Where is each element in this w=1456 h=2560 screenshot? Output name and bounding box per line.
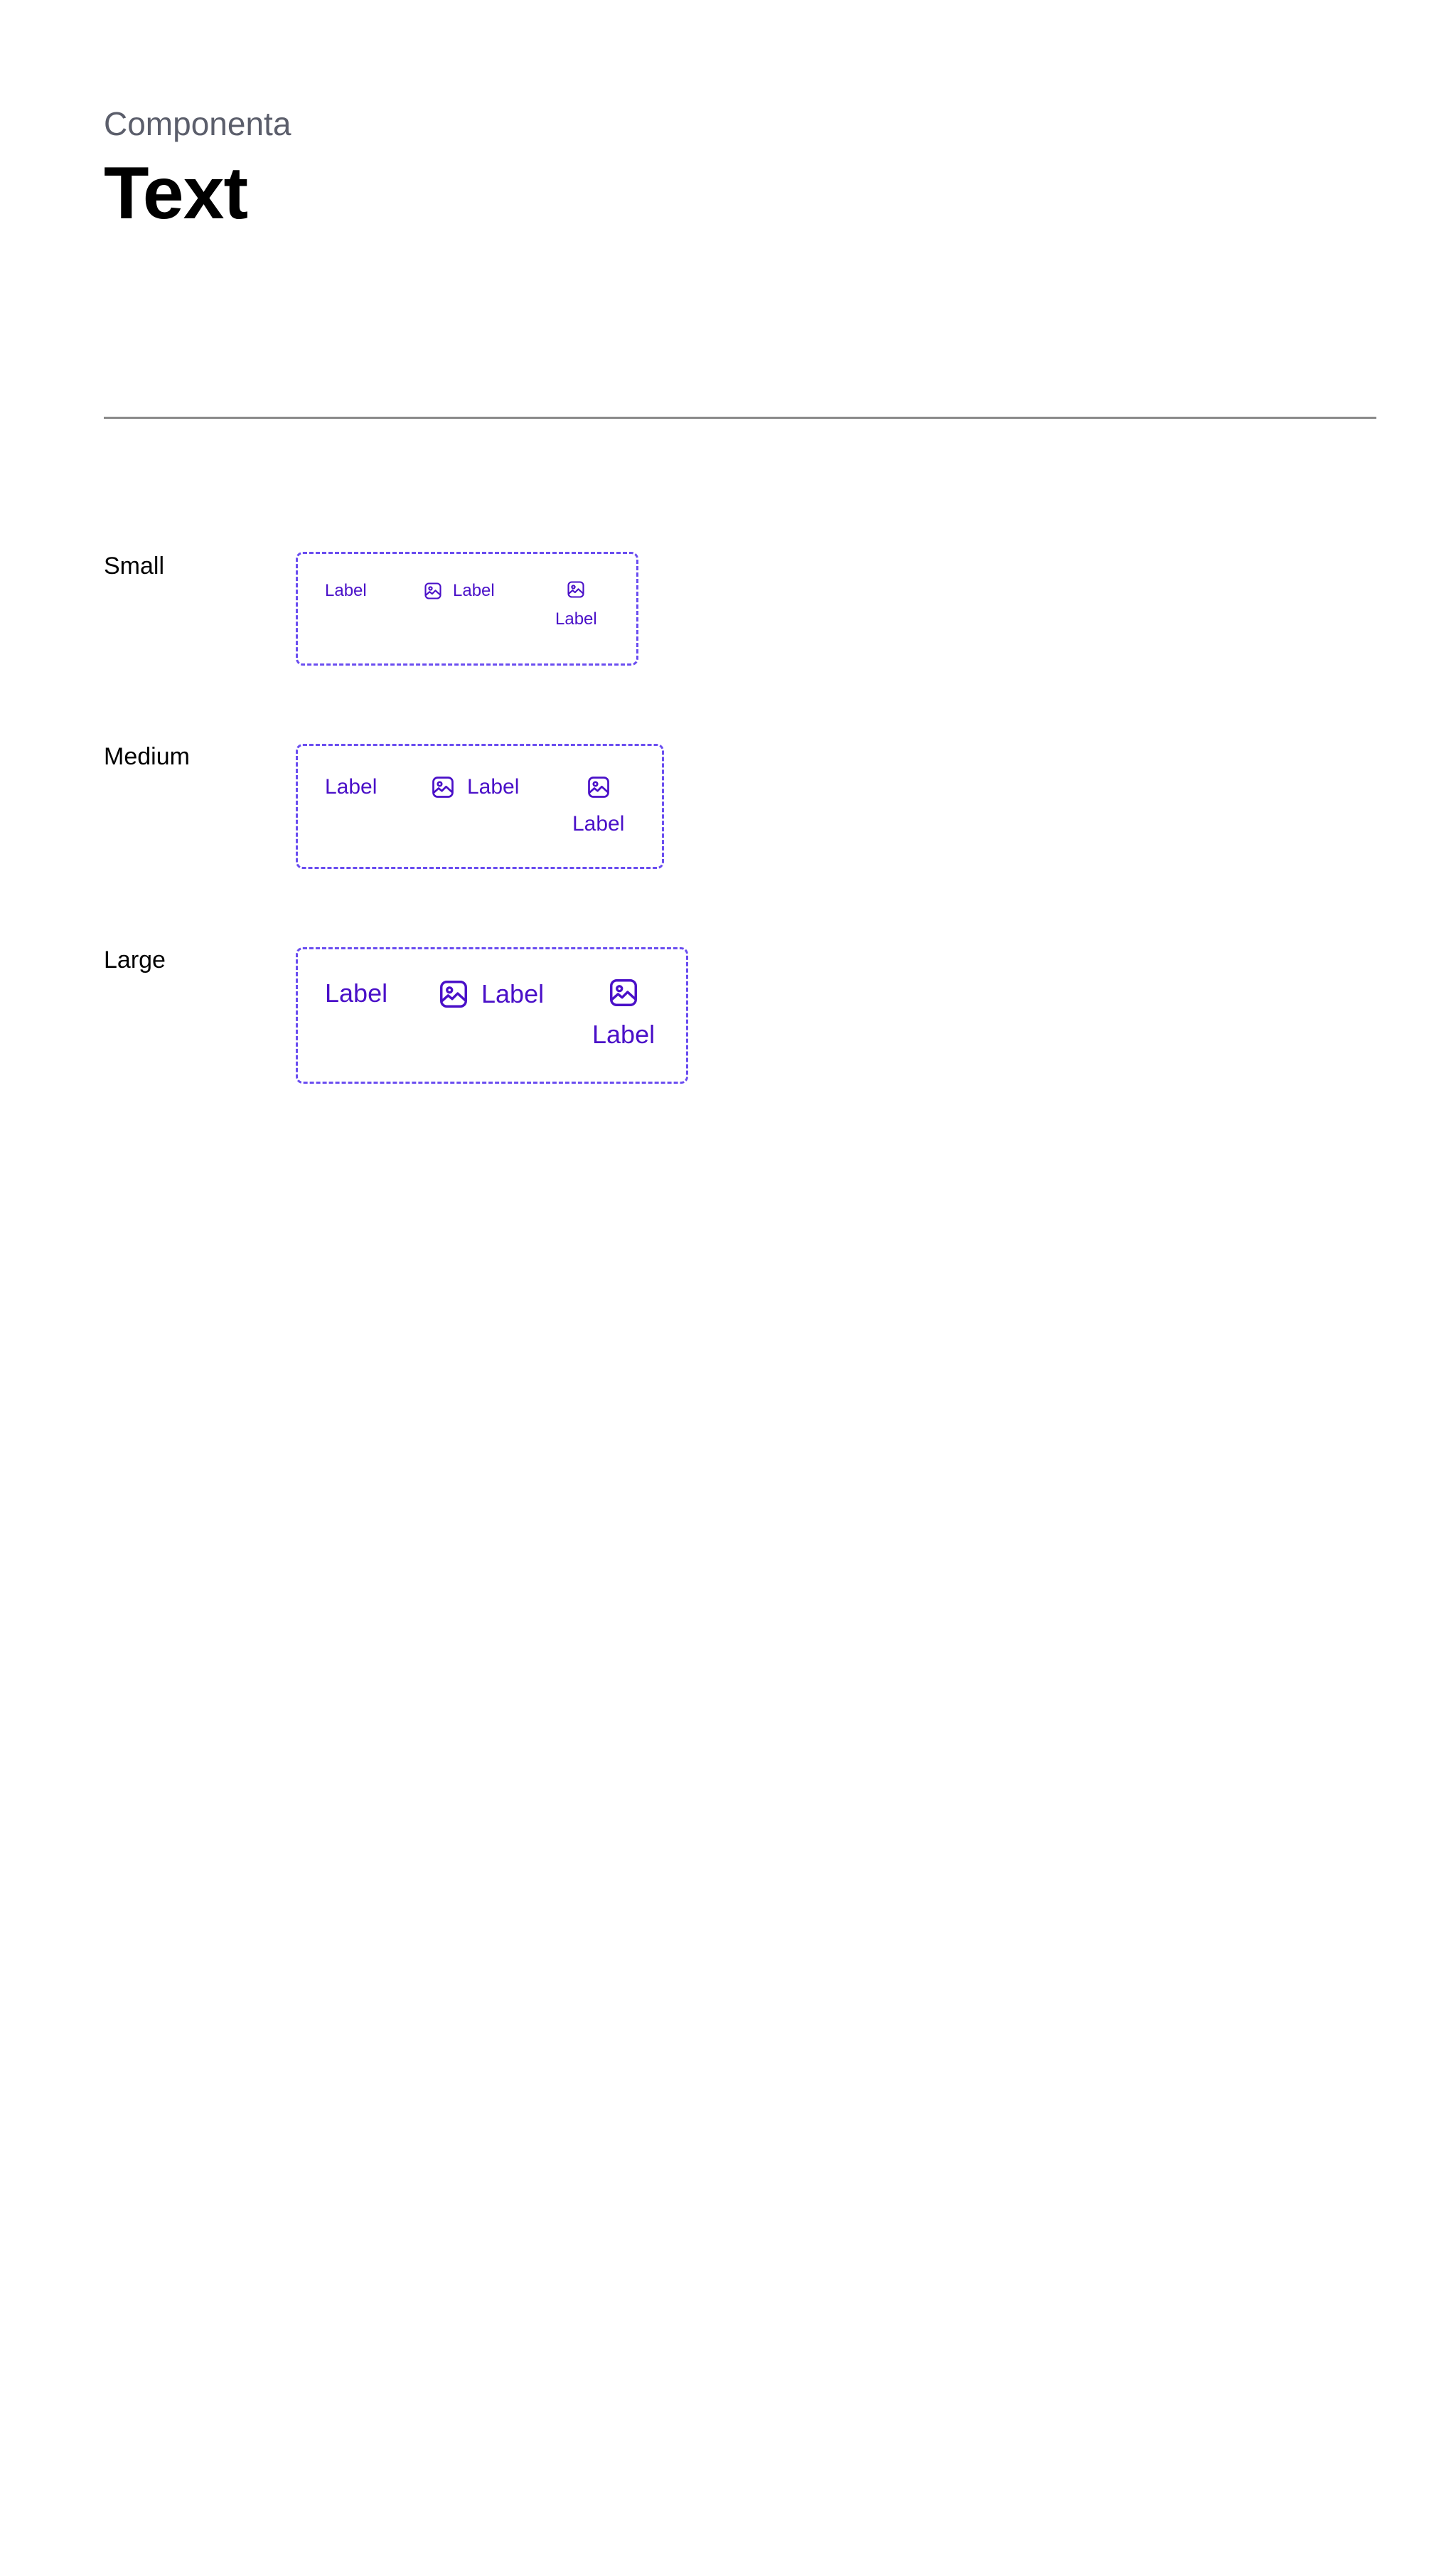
row-label-medium: Medium xyxy=(104,743,190,770)
text-label-icon-stacked[interactable]: Label xyxy=(572,774,624,837)
text-label-plain[interactable]: Label xyxy=(325,581,367,601)
label-text: Label xyxy=(453,581,495,600)
label-text: Label xyxy=(325,775,378,799)
label-text: Label xyxy=(325,978,388,1008)
label-text: Label xyxy=(467,775,520,799)
image-icon xyxy=(586,774,611,800)
row-label-small: Small xyxy=(104,553,165,580)
variant-frame-large: Label Label Label xyxy=(296,947,688,1084)
page-title: Text xyxy=(104,152,248,235)
image-icon xyxy=(430,774,456,800)
text-label-plain[interactable]: Label xyxy=(325,774,377,800)
label-text: Label xyxy=(592,1020,655,1049)
variant-frame-small: Label Label Label xyxy=(296,552,638,666)
label-text: Label xyxy=(481,979,545,1008)
text-label-icon-inline[interactable]: Label xyxy=(430,774,519,800)
label-text: Label xyxy=(572,812,625,836)
image-icon xyxy=(607,976,640,1009)
variant-frame-medium: Label Label Label xyxy=(296,744,664,869)
label-text: Label xyxy=(555,609,597,629)
text-label-plain[interactable]: Label xyxy=(325,978,387,1009)
text-label-icon-inline[interactable]: Label xyxy=(437,978,544,1010)
text-label-icon-stacked[interactable]: Label xyxy=(592,976,655,1050)
row-label-large: Large xyxy=(104,946,166,974)
image-icon xyxy=(423,581,443,601)
page-eyebrow: Componenta xyxy=(104,105,291,142)
image-icon xyxy=(566,580,586,599)
text-label-icon-stacked[interactable]: Label xyxy=(555,580,597,629)
divider xyxy=(104,417,1376,419)
label-text: Label xyxy=(325,581,367,600)
image-icon xyxy=(437,978,470,1010)
text-label-icon-inline[interactable]: Label xyxy=(423,581,495,601)
